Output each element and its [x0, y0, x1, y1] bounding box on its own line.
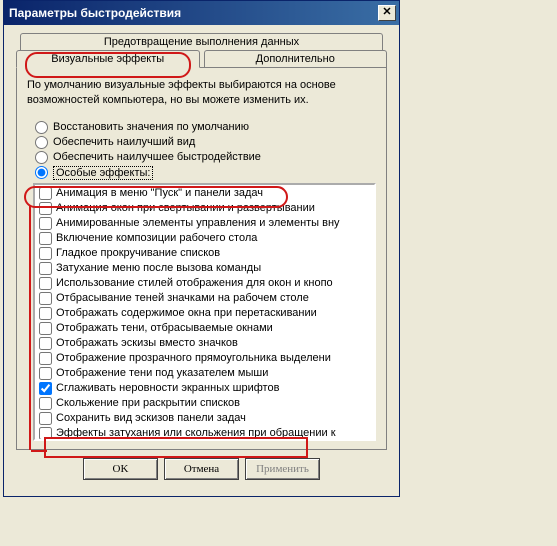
list-item[interactable]: Гладкое прокручивание списков [37, 246, 372, 261]
radio-best-performance[interactable]: Обеспечить наилучшее быстродействие [35, 150, 376, 165]
list-item[interactable]: Анимация окон при свертывании и разверты… [37, 201, 372, 216]
effect-checkbox[interactable] [39, 382, 52, 395]
effect-label: Использование стилей отображения для око… [56, 277, 333, 289]
list-item[interactable]: Сохранить вид эскизов панели задач [37, 411, 372, 426]
effect-checkbox[interactable] [39, 412, 52, 425]
effect-label: Отображение прозрачного прямоугольника в… [56, 352, 331, 364]
effect-checkbox[interactable] [39, 322, 52, 335]
radio-input[interactable] [35, 136, 48, 149]
effect-checkbox[interactable] [39, 307, 52, 320]
list-item[interactable]: Анимированные элементы управления и элем… [37, 216, 372, 231]
effect-checkbox[interactable] [39, 262, 52, 275]
list-item[interactable]: Отображение прозрачного прямоугольника в… [37, 351, 372, 366]
effect-checkbox[interactable] [39, 292, 52, 305]
effect-label: Отображать содержимое окна при перетаски… [56, 307, 317, 319]
cancel-button[interactable]: Отмена [164, 458, 239, 480]
dialog-content: Предотвращение выполнения данных Визуаль… [4, 25, 399, 496]
radio-label: Особые эффекты: [53, 166, 153, 180]
effect-checkbox[interactable] [39, 367, 52, 380]
radio-best-appearance[interactable]: Обеспечить наилучший вид [35, 135, 376, 150]
effect-label: Отображать тени, отбрасываемые окнами [56, 322, 273, 334]
effect-checkbox[interactable] [39, 202, 52, 215]
effect-label: Отображение тени под указателем мыши [56, 367, 268, 379]
effects-list: Анимация в меню "Пуск" и панели задач Ани… [35, 185, 374, 441]
radio-restore-defaults[interactable]: Восстановить значения по умолчанию [35, 120, 376, 135]
list-item[interactable]: Сглаживать неровности экранных шрифтов [37, 381, 372, 396]
effect-checkbox[interactable] [39, 427, 52, 440]
effect-checkbox[interactable] [39, 232, 52, 245]
effect-label: Сохранить вид эскизов панели задач [56, 412, 246, 424]
list-item[interactable]: Включение композиции рабочего стола [37, 231, 372, 246]
effect-label: Отбрасывание теней значками на рабочем с… [56, 292, 309, 304]
list-item[interactable]: Отображение тени под указателем мыши [37, 366, 372, 381]
effect-checkbox[interactable] [39, 397, 52, 410]
apply-button[interactable]: Применить [245, 458, 320, 480]
effect-checkbox[interactable] [39, 277, 52, 290]
performance-options-dialog: Параметры быстродействия ✕ Предотвращени… [3, 0, 400, 497]
radio-label: Обеспечить наилучший вид [53, 136, 195, 148]
radio-label: Восстановить значения по умолчанию [53, 121, 249, 133]
button-bar: OK Отмена Применить [16, 450, 387, 486]
effect-checkbox[interactable] [39, 352, 52, 365]
effect-checkbox[interactable] [39, 337, 52, 350]
list-item[interactable]: Отображать эскизы вместо значков [37, 336, 372, 351]
list-item[interactable]: Использование стилей отображения для око… [37, 276, 372, 291]
list-item[interactable]: Отображать тени, отбрасываемые окнами [37, 321, 372, 336]
radio-input[interactable] [35, 166, 48, 179]
list-item[interactable]: Эффекты затухания или скольжения при обр… [37, 426, 372, 441]
tab-advanced[interactable]: Дополнительно [204, 50, 388, 67]
effect-label: Анимация окон при свертывании и разверты… [56, 202, 315, 214]
list-item[interactable]: Отбрасывание теней значками на рабочем с… [37, 291, 372, 306]
tab-strip: Предотвращение выполнения данных Визуаль… [16, 33, 387, 67]
visual-effects-panel: По умолчанию визуальные эффекты выбирают… [16, 67, 387, 450]
list-item[interactable]: Отображать содержимое окна при перетаски… [37, 306, 372, 321]
effect-label: Анимация в меню "Пуск" и панели задач [56, 187, 263, 199]
effect-label: Сглаживать неровности экранных шрифтов [56, 382, 279, 394]
list-item[interactable]: Затухание меню после вызова команды [37, 261, 372, 276]
effect-label: Затухание меню после вызова команды [56, 262, 261, 274]
window-title: Параметры быстродействия [9, 6, 181, 20]
effect-label: Включение композиции рабочего стола [56, 232, 257, 244]
effect-checkbox[interactable] [39, 247, 52, 260]
radio-group: Восстановить значения по умолчанию Обесп… [35, 120, 376, 181]
effect-label: Скольжение при раскрытии списков [56, 397, 240, 409]
list-item[interactable]: Скольжение при раскрытии списков [37, 396, 372, 411]
list-item[interactable]: Анимация в меню "Пуск" и панели задач [37, 186, 372, 201]
effect-label: Отображать эскизы вместо значков [56, 337, 238, 349]
radio-input[interactable] [35, 151, 48, 164]
effect-label: Эффекты затухания или скольжения при обр… [56, 427, 336, 439]
titlebar: Параметры быстродействия ✕ [4, 1, 399, 25]
effect-checkbox[interactable] [39, 217, 52, 230]
effect-checkbox[interactable] [39, 187, 52, 200]
description-text: По умолчанию визуальные эффекты выбирают… [27, 78, 376, 108]
radio-input[interactable] [35, 121, 48, 134]
effect-label: Гладкое прокручивание списков [56, 247, 220, 259]
tab-dep[interactable]: Предотвращение выполнения данных [20, 33, 383, 50]
effects-listbox[interactable]: Анимация в меню "Пуск" и панели задач Ани… [33, 183, 376, 441]
ok-button[interactable]: OK [83, 458, 158, 480]
tab-visual-effects[interactable]: Визуальные эффекты [16, 50, 200, 68]
radio-label: Обеспечить наилучшее быстродействие [53, 151, 261, 163]
effect-label: Анимированные элементы управления и элем… [56, 217, 340, 229]
radio-custom[interactable]: Особые эффекты: [35, 165, 376, 181]
close-button[interactable]: ✕ [378, 5, 396, 21]
